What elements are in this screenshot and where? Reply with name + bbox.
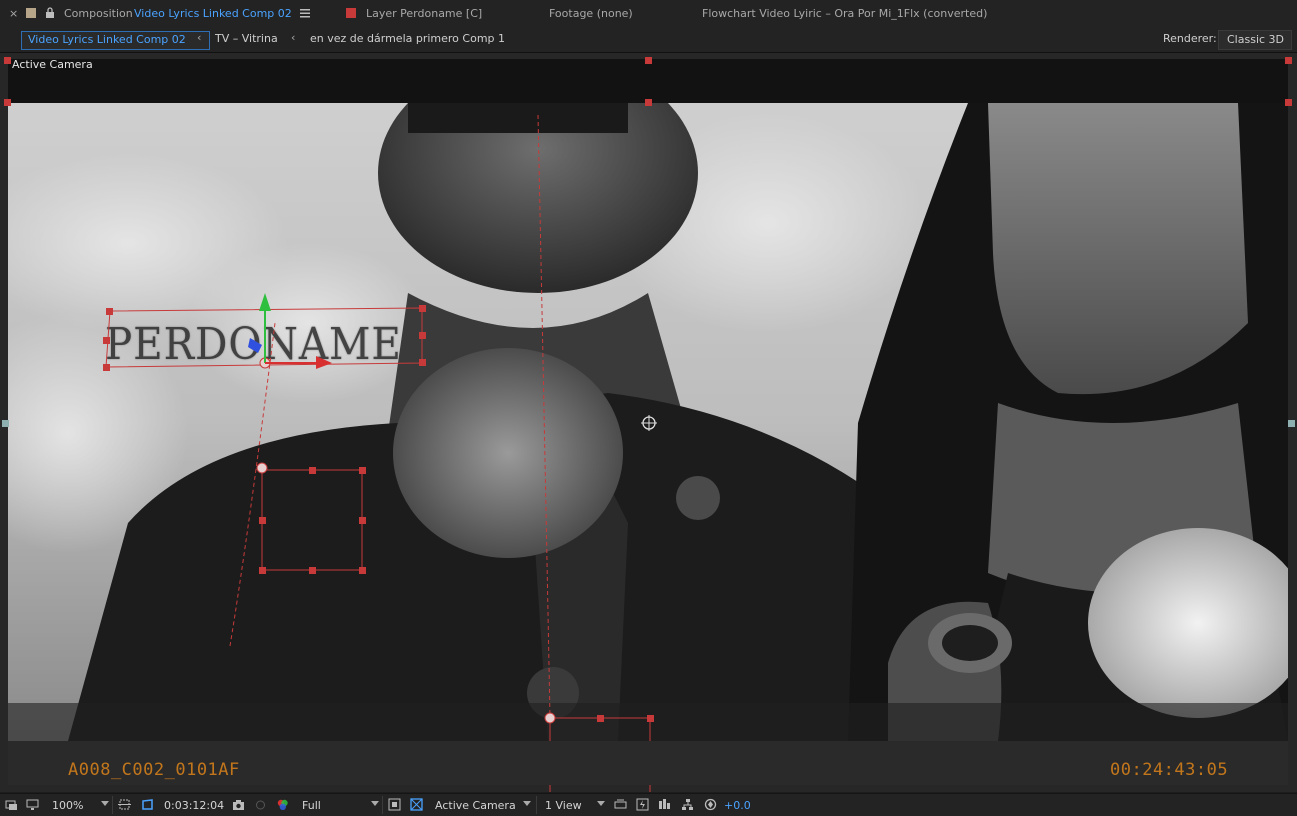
timeline-icon[interactable]: [658, 798, 671, 811]
chevron-left-icon: ‹: [197, 31, 202, 44]
always-preview-icon[interactable]: [5, 798, 18, 811]
layer-tab[interactable]: Layer Perdoname [C]: [366, 7, 482, 20]
breadcrumb-item-vitrina[interactable]: TV – Vitrina: [215, 32, 278, 45]
composition-swatch-icon: [26, 8, 36, 18]
show-snapshot-icon[interactable]: [254, 798, 267, 811]
close-icon[interactable]: ×: [9, 7, 18, 20]
motion-path-center[interactable]: [537, 114, 551, 719]
motion-path-left[interactable]: [229, 322, 276, 647]
color-channels-icon[interactable]: [276, 798, 289, 811]
chevron-down-icon[interactable]: [371, 801, 379, 806]
layer-handles-overlay: [2, 57, 1295, 792]
composition-tab[interactable]: Video Lyrics Linked Comp 02: [134, 7, 292, 20]
lock-icon[interactable]: [45, 7, 55, 19]
fast-previews-icon[interactable]: [388, 798, 401, 811]
renderer-label: Renderer:: [1163, 32, 1217, 45]
composition-center-icon: [641, 415, 657, 431]
chevron-down-icon[interactable]: [101, 801, 109, 806]
camera-view-select[interactable]: Active Camera: [435, 799, 516, 812]
chevron-down-icon[interactable]: [523, 801, 531, 806]
flowchart-icon[interactable]: [681, 798, 694, 811]
anchor-point-icon[interactable]: [544, 712, 556, 724]
composition-viewer[interactable]: Active Camera A008_C002_0101AF 00:24:43:…: [0, 53, 1297, 792]
source-timecode-burnin: 00:24:43:05: [1110, 760, 1229, 780]
panel-tab-bar: × Composition Video Lyrics Linked Comp 0…: [0, 0, 1297, 29]
composition-navigator: Video Lyrics Linked Comp 02 ‹ TV – Vitri…: [0, 28, 1297, 53]
monitor-icon[interactable]: [26, 798, 39, 811]
breadcrumb-active-label: Video Lyrics Linked Comp 02: [28, 33, 186, 46]
breadcrumb-item-comp1[interactable]: en vez de dármela primero Comp 1: [310, 32, 505, 45]
axis-gizmo-icon[interactable]: [248, 293, 332, 369]
chevron-left-icon: ‹: [291, 31, 296, 44]
viewer-controls-bar: 100% 0:03:12:04 Full Active Camera 1 Vie…: [0, 793, 1297, 816]
renderer-button[interactable]: Classic 3D: [1218, 30, 1292, 50]
zoom-select[interactable]: 100%: [52, 799, 83, 812]
snapshot-camera-icon[interactable]: [232, 798, 245, 811]
clip-name-burnin: A008_C002_0101AF: [68, 760, 240, 780]
null-layer-box[interactable]: [261, 469, 363, 571]
renderer-value: Classic 3D: [1227, 33, 1285, 46]
footage-tab[interactable]: Footage (none): [549, 7, 633, 20]
reset-exposure-icon[interactable]: [704, 798, 717, 811]
layer-color-icon: [346, 8, 356, 18]
3d-view-grid-icon[interactable]: [410, 798, 423, 811]
view-layout-select[interactable]: 1 View: [545, 799, 582, 812]
anchor-point-icon[interactable]: [256, 462, 268, 474]
breadcrumb-active-comp[interactable]: Video Lyrics Linked Comp 02: [21, 31, 210, 50]
panel-menu-icon[interactable]: [300, 9, 310, 18]
toggle-pixel-aspect-icon[interactable]: [614, 798, 627, 811]
current-time-display[interactable]: 0:03:12:04: [164, 799, 224, 812]
composition-tab-prefix: Composition: [64, 7, 133, 20]
exposure-value[interactable]: +0.0: [724, 799, 751, 812]
transparency-grid-icon[interactable]: [141, 798, 154, 811]
resolution-select[interactable]: Full: [302, 799, 321, 812]
chevron-down-icon[interactable]: [597, 801, 605, 806]
region-of-interest-icon[interactable]: [118, 798, 131, 811]
fast-preview-lightning-icon[interactable]: [636, 798, 649, 811]
flowchart-tab[interactable]: Flowchart Video Lyiric – Ora Por Mi_1Flx…: [702, 7, 987, 20]
